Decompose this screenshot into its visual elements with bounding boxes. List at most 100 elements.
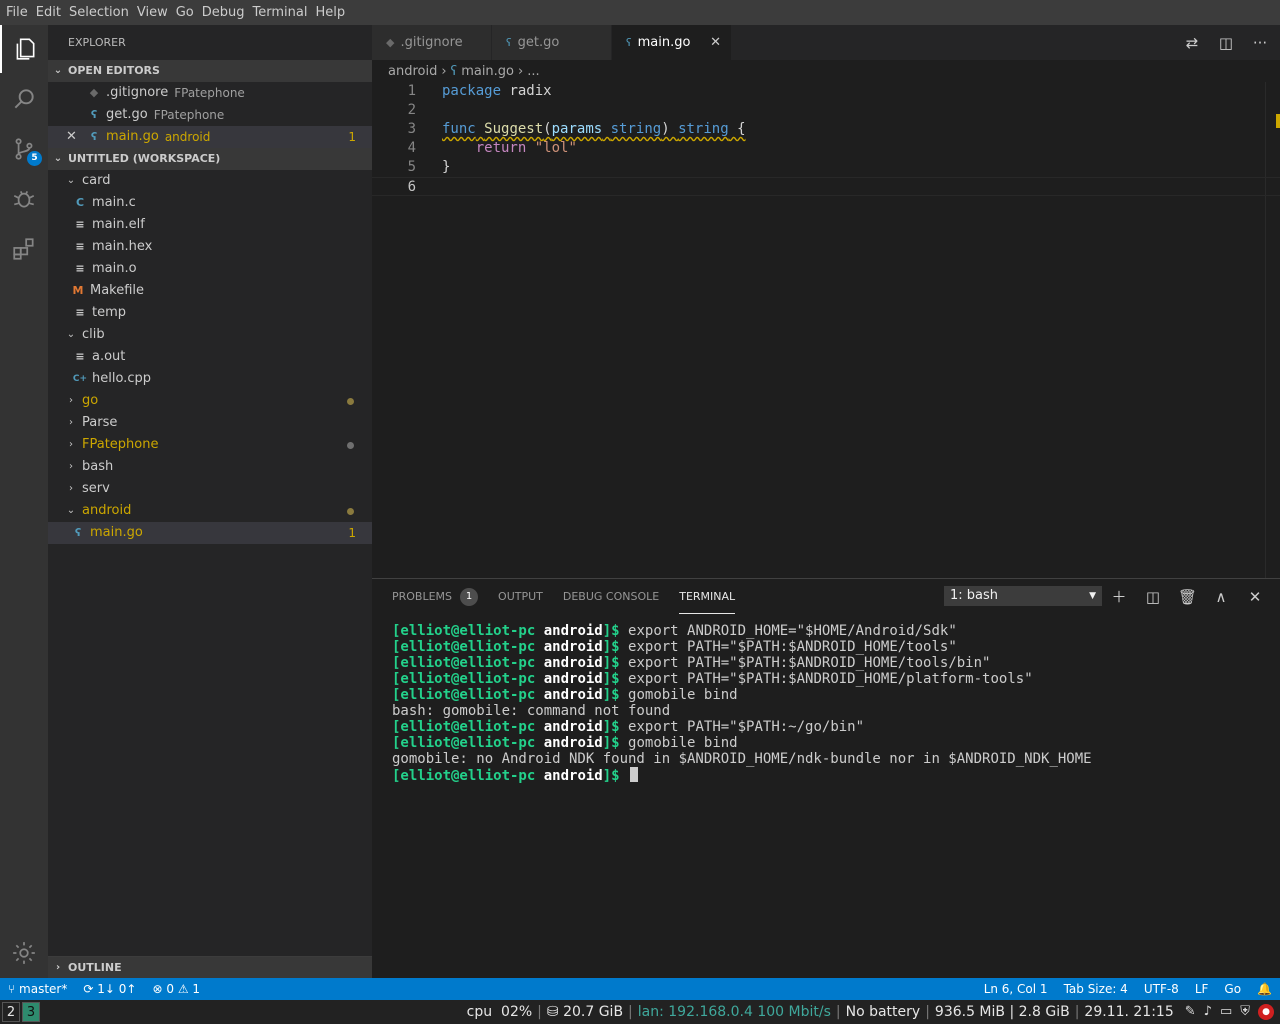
file-main-go[interactable]: ʕ main.go 1 [48, 522, 372, 544]
file-main-elf[interactable]: ≡ main.elf [48, 214, 372, 236]
tab-terminal[interactable]: TERMINAL [679, 579, 736, 614]
menu-file[interactable]: File [2, 0, 32, 25]
tab-label: TERMINAL [679, 589, 736, 603]
folder-clib[interactable]: ⌄ clib [48, 324, 372, 346]
paperclip-icon[interactable]: ✎ [1185, 1004, 1196, 1020]
code-editor[interactable]: 1 package radix 2 3 func Suggest(params … [372, 82, 1280, 578]
shield-icon[interactable]: ⛨ [1240, 1004, 1250, 1020]
problems-status[interactable]: ⊗ 0 ⚠ 1 [144, 982, 208, 996]
menu-view[interactable]: View [133, 0, 172, 25]
close-icon[interactable]: ✕ [710, 35, 721, 50]
tab-problems[interactable]: PROBLEMS 1 [392, 579, 479, 614]
terminal-line: [elliot@elliot-pc android]$ export PATH=… [392, 671, 1092, 687]
file-a-out[interactable]: ≡ a.out [48, 346, 372, 368]
menu-edit[interactable]: Edit [32, 0, 65, 25]
volume-icon[interactable]: ♪ [1204, 1004, 1212, 1020]
tab-size[interactable]: Tab Size: 4 [1056, 982, 1136, 996]
folder-fpatephone[interactable]: › FPatephone [48, 434, 372, 456]
terminal-select[interactable]: 1: bash ▼ [944, 586, 1102, 606]
code-token: "lol" [534, 140, 577, 156]
bottom-panel: PROBLEMS 1 OUTPUT DEBUG CONSOLE TERMINAL… [372, 578, 1280, 978]
menu-help[interactable]: Help [311, 0, 349, 25]
tab-output[interactable]: OUTPUT [498, 579, 543, 614]
tab-main-go[interactable]: ʕ main.go ✕ [612, 25, 732, 60]
notification-icon[interactable]: ● [1258, 1004, 1274, 1020]
disk-value: 20.7 GiB [563, 1004, 624, 1020]
folder-parse[interactable]: › Parse [48, 412, 372, 434]
tree-label: bash [82, 459, 114, 474]
folder-serv[interactable]: › serv [48, 478, 372, 500]
tree-label: main.elf [92, 217, 145, 232]
open-editor-item[interactable]: ʕ get.go FPatephone [48, 104, 372, 126]
display-icon[interactable]: ▭ [1220, 1004, 1232, 1020]
extensions-icon[interactable] [0, 225, 48, 273]
menu-debug[interactable]: Debug [198, 0, 249, 25]
folder-bash[interactable]: › bash [48, 456, 372, 478]
explorer-icon[interactable] [0, 25, 48, 73]
menu-selection[interactable]: Selection [65, 0, 133, 25]
tab-get-go[interactable]: ʕ get.go [492, 25, 612, 60]
cursor-position[interactable]: Ln 6, Col 1 [976, 982, 1056, 996]
open-editors-header[interactable]: ⌄ OPEN EDITORS [48, 60, 372, 82]
file-main-o[interactable]: ≡ main.o [48, 258, 372, 280]
close-icon[interactable]: ✕ [1246, 588, 1264, 606]
status-bar: ⑂ master* ⟳ 1↓ 0↑ ⊗ 0 ⚠ 1 Ln 6, Col 1 Ta… [0, 978, 1280, 1000]
tree-label: hello.cpp [92, 371, 151, 386]
new-terminal-icon[interactable]: ＋ [1110, 586, 1128, 607]
file-hello-cpp[interactable]: C+ hello.cpp [48, 368, 372, 390]
sync-counts: 1↓ 0↑ [97, 982, 137, 996]
open-editor-item[interactable]: ◆ .gitignore FPatephone [48, 82, 372, 104]
trash-icon[interactable]: 🗑 [1178, 588, 1197, 606]
split-terminal-icon[interactable]: ◫ [1144, 588, 1162, 606]
go-file-icon: ʕ [506, 36, 512, 49]
prompt-end: ]$ [602, 719, 620, 735]
debug-icon[interactable] [0, 175, 48, 223]
menu-terminal[interactable]: Terminal [249, 0, 312, 25]
folder-go[interactable]: › go [48, 390, 372, 412]
maximize-panel-icon[interactable]: ∧ [1212, 588, 1230, 606]
tab-label: .gitignore [400, 35, 463, 50]
sync-status[interactable]: ⟳ 1↓ 0↑ [75, 982, 144, 996]
language-mode[interactable]: Go [1216, 982, 1249, 996]
tab-gitignore[interactable]: ◆ .gitignore [372, 25, 492, 60]
file-main-c[interactable]: C main.c [48, 192, 372, 214]
more-actions-icon[interactable]: ··· [1250, 34, 1270, 52]
file-makefile[interactable]: M Makefile [48, 280, 372, 302]
open-editor-item[interactable]: ✕ ʕ main.go android 1 [48, 126, 372, 148]
breadcrumb-folder[interactable]: android [388, 64, 437, 79]
close-icon[interactable]: ✕ [66, 126, 82, 148]
source-control-icon[interactable]: 5 [0, 125, 48, 173]
encoding[interactable]: UTF-8 [1136, 982, 1187, 996]
workspace-header[interactable]: ⌄ UNTITLED (WORKSPACE) [48, 148, 372, 170]
outline-header[interactable]: › OUTLINE [48, 956, 372, 978]
open-changes-icon[interactable]: ⇄ [1182, 34, 1202, 52]
folder-card[interactable]: ⌄ card [48, 170, 372, 192]
tree-label: card [82, 173, 111, 188]
breadcrumb-symbols[interactable]: ... [527, 64, 539, 79]
menu-go[interactable]: Go [172, 0, 198, 25]
split-editor-icon[interactable]: ◫ [1216, 34, 1236, 52]
code-token: radix [501, 83, 552, 99]
chevron-right-icon: › [69, 417, 73, 428]
chevron-down-icon: ⌄ [66, 329, 76, 340]
end-of-line[interactable]: LF [1187, 982, 1217, 996]
folder-android[interactable]: ⌄ android [48, 500, 372, 522]
terminal-output[interactable]: [elliot@elliot-pc android]$ export ANDRO… [392, 623, 1092, 784]
bell-icon[interactable]: 🔔 [1249, 982, 1280, 996]
warning-count: 1 [192, 982, 201, 996]
terminal-line: [elliot@elliot-pc android]$ export PATH=… [392, 655, 1092, 671]
tab-debug-console[interactable]: DEBUG CONSOLE [563, 579, 659, 614]
workspace-button-active[interactable]: 3 [22, 1002, 40, 1022]
code-token: string [678, 121, 729, 137]
branch-status[interactable]: ⑂ master* [0, 982, 75, 996]
tab-label: get.go [517, 35, 560, 50]
gear-icon[interactable] [0, 929, 48, 977]
terminal-command [620, 768, 628, 784]
breadcrumb-file[interactable]: main.go [461, 64, 514, 79]
file-main-hex[interactable]: ≡ main.hex [48, 236, 372, 258]
search-icon[interactable] [0, 75, 48, 123]
terminal-command: export PATH="$PATH:$ANDROID_HOME/platfor… [619, 671, 1033, 687]
workspace-button[interactable]: 2 [2, 1002, 20, 1022]
chevron-down-icon: ⌄ [66, 505, 76, 516]
file-temp[interactable]: ≡ temp [48, 302, 372, 324]
